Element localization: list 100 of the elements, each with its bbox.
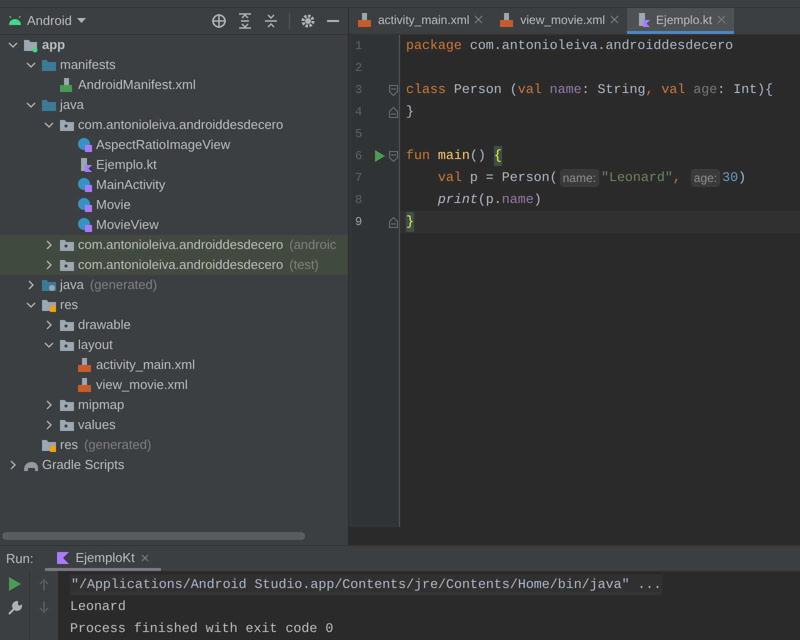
xml-file-icon: [499, 12, 516, 28]
tree-item[interactable]: java: [0, 95, 348, 115]
tree-item[interactable]: MovieView: [0, 215, 348, 235]
locate-icon[interactable]: [211, 13, 227, 29]
code-token: "Leonard": [600, 169, 673, 188]
tree-item[interactable]: Ejemplo.kt: [0, 155, 348, 175]
code-token: ,: [672, 169, 682, 188]
module-folder-icon: [23, 37, 39, 53]
editor-tab[interactable]: Ejemplo.kt: [627, 8, 734, 34]
package-folder-icon: [59, 237, 75, 253]
xml-file-icon: [357, 12, 373, 28]
tree-item[interactable]: com.antonioleiva.androiddesdecero (test): [0, 255, 348, 275]
tree-item-label: AndroidManifest.xml: [78, 76, 196, 94]
fold-icon[interactable]: [389, 106, 398, 118]
tree-item[interactable]: app: [0, 35, 348, 55]
generated-folder-icon: [41, 277, 57, 293]
wrench-icon[interactable]: [8, 601, 22, 615]
collapse-all-icon[interactable]: [263, 13, 279, 29]
tab-label: activity_main.xml: [378, 12, 470, 28]
tree-item[interactable]: MainActivity: [0, 175, 348, 195]
tree-item-label: manifests: [60, 56, 116, 74]
resource-folder-icon: [41, 437, 57, 453]
chevron-down-icon[interactable]: [26, 300, 36, 310]
kotlin-class-icon: [77, 177, 93, 193]
code-token: age: [692, 81, 718, 100]
tree-item-label: MainActivity: [96, 176, 166, 194]
tree-item-note: (androic: [289, 236, 336, 254]
parameter-hint: name:: [560, 169, 599, 187]
tree-item[interactable]: java (generated): [0, 275, 348, 295]
tree-item-label: values: [78, 416, 116, 434]
kotlin-icon: [57, 552, 70, 564]
folder-icon: [41, 97, 57, 113]
run-icon[interactable]: [8, 577, 20, 591]
line-number: 9: [355, 214, 362, 231]
tree-item-note: (generated): [84, 436, 152, 454]
fold-icon[interactable]: [389, 84, 398, 96]
editor-tab[interactable]: activity_main.xml: [349, 8, 492, 34]
tree-item[interactable]: com.antonioleiva.androiddesdecero (androic: [0, 235, 348, 255]
chevron-down-icon[interactable]: [44, 340, 54, 350]
run-icon[interactable]: [375, 150, 385, 162]
run-tab[interactable]: EjemploKt: [45, 548, 161, 571]
tree-item[interactable]: mipmap: [0, 395, 348, 415]
close-icon[interactable]: [474, 15, 484, 24]
tree-item-label: mipmap: [78, 396, 124, 414]
code-token: {: [494, 146, 502, 166]
package-folder-icon: [59, 397, 75, 413]
close-icon[interactable]: [140, 554, 149, 562]
resource-folder-icon: [41, 297, 57, 313]
tree-item[interactable]: AndroidManifest.xml: [0, 75, 348, 95]
tree-item[interactable]: drawable: [0, 315, 348, 335]
code-token: ): [738, 169, 746, 188]
tab-label: Ejemplo.kt: [656, 12, 712, 28]
code-token: }: [406, 103, 414, 122]
tree-item-note: (test): [289, 256, 319, 274]
editor-tab[interactable]: view_movie.xml: [491, 8, 628, 34]
tree-item[interactable]: activity_main.xml: [0, 355, 348, 375]
fold-icon[interactable]: [389, 216, 398, 228]
tree-item[interactable]: values: [0, 415, 348, 435]
code-token: name: [502, 191, 534, 210]
run-tab-label: EjemploKt: [75, 549, 135, 568]
chevron-right-icon[interactable]: [8, 460, 18, 470]
code-token: main: [436, 147, 470, 166]
tree-item-label: activity_main.xml: [96, 356, 195, 374]
tree-item-label: com.antonioleiva.androiddesdecero: [78, 116, 284, 134]
expand-all-icon[interactable]: [237, 13, 253, 29]
code-token: : Int){: [717, 81, 774, 100]
fold-icon[interactable]: [389, 150, 398, 162]
code-token: com.antonioleiva.androiddesdecero: [468, 37, 734, 56]
code-token: ): [534, 191, 542, 210]
tree-item[interactable]: view_movie.xml: [0, 375, 348, 395]
tree-item[interactable]: Gradle Scripts: [0, 455, 348, 475]
tree-item[interactable]: res: [0, 295, 348, 315]
code-token: (): [470, 147, 487, 166]
tree-item[interactable]: res (generated): [0, 435, 348, 455]
tree-item[interactable]: Movie: [0, 195, 348, 215]
tree-item-label: Movie: [96, 196, 131, 214]
tree-item[interactable]: layout: [0, 335, 348, 355]
chevron-right-icon[interactable]: [44, 320, 54, 330]
tree-item-label: view_movie.xml: [96, 376, 188, 394]
code-token: , val: [645, 81, 686, 100]
view-selector[interactable]: Android: [8, 11, 86, 31]
tree-item-label: res: [60, 296, 78, 314]
horizontal-scrollbar[interactable]: [2, 532, 305, 540]
code-token: val: [436, 169, 462, 188]
kotlin-class-icon: [77, 217, 93, 233]
package-folder-icon: [59, 257, 75, 273]
tree-item[interactable]: AspectRatioImageView: [0, 135, 348, 155]
tree-item[interactable]: com.antonioleiva.androiddesdecero: [0, 115, 348, 135]
tree-item-label: Ejemplo.kt: [96, 156, 157, 174]
code-token: }: [406, 212, 414, 232]
code-token: fun: [406, 147, 430, 166]
close-icon[interactable]: [610, 15, 620, 24]
settings-icon[interactable]: [300, 13, 316, 29]
tree-item-label: com.antonioleiva.androiddesdecero: [78, 256, 284, 274]
manifest-file-icon: [59, 77, 75, 93]
tree-item-label: java: [60, 276, 84, 294]
tree-item[interactable]: manifests: [0, 55, 348, 75]
package-folder-icon: [59, 337, 75, 353]
tree-item-note: (generated): [90, 276, 158, 294]
xml-file-icon: [77, 357, 93, 373]
